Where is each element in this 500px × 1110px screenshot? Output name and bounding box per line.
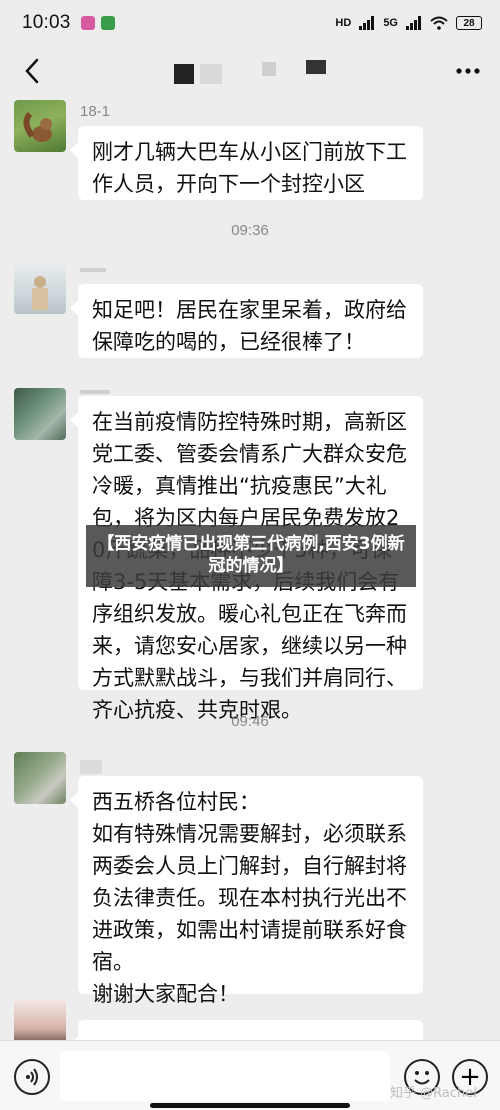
- sender-name-redacted: [80, 760, 102, 774]
- voice-icon: [26, 1068, 38, 1086]
- avatar[interactable]: [14, 262, 66, 314]
- redaction-block: [262, 62, 276, 76]
- sender-name-redacted: [80, 268, 106, 272]
- signal-icon: [406, 16, 421, 30]
- overlay-headline-banner: 【西安疫情已出现第三代病例,西安3例新冠的情况】: [86, 525, 416, 587]
- redaction-block: [200, 64, 222, 84]
- squirrel-avatar-icon: [23, 111, 52, 142]
- time-separator: 09:36: [231, 222, 269, 239]
- back-button[interactable]: [14, 53, 50, 89]
- nav-bar: [0, 46, 500, 96]
- watermark: 知乎 @Rachel: [390, 1086, 477, 1101]
- home-indicator: [150, 1103, 350, 1108]
- redaction-block: [174, 64, 194, 84]
- message-bubble[interactable]: 知足吧！居民在家里呆着，政府给保障吃的喝的，已经很棒了！: [70, 284, 423, 358]
- wifi-icon: [430, 16, 448, 30]
- network-hd-label: HD: [335, 17, 352, 29]
- status-bar: 10:03 HD 5G 28: [0, 0, 500, 46]
- avatar[interactable]: [14, 388, 66, 440]
- sender-name-redacted: [80, 390, 110, 394]
- network-5g-label: 5G: [383, 17, 398, 29]
- person-avatar-icon: [32, 276, 48, 310]
- battery-indicator: 28: [456, 16, 482, 30]
- chevron-left-icon: [25, 58, 39, 84]
- message-input[interactable]: [60, 1051, 390, 1101]
- app-notification-icon: [80, 16, 95, 30]
- chat-title-redacted: [170, 58, 340, 88]
- more-dots-icon: [456, 68, 480, 74]
- sender-name: 18-1: [80, 103, 111, 120]
- redaction-block: [306, 60, 326, 74]
- avatar[interactable]: [14, 752, 66, 804]
- status-time: 10:03: [22, 12, 71, 33]
- time-separator: 09:46: [231, 713, 269, 730]
- message-bubble[interactable]: 刚才几辆大巴车从小区门前放下工作人员，开向下一个封控小区: [70, 126, 423, 200]
- chat-screen: 10:03 HD 5G 28 18-1 刚才几辆大巴车从小区门前放下工作人员，开…: [0, 0, 500, 1110]
- app-notification-icon: [100, 16, 115, 30]
- voice-button[interactable]: [14, 1059, 50, 1095]
- message-bubble[interactable]: 西五桥各位村民： 如有特殊情况需要解封，必须联系两委会人员上门解封，自行解封将负…: [70, 776, 423, 1006]
- status-right: HD 5G 28: [335, 16, 482, 30]
- status-app-icons: [80, 16, 115, 30]
- signal-icon: [359, 16, 375, 30]
- more-button[interactable]: [450, 53, 486, 89]
- avatar[interactable]: [14, 100, 66, 152]
